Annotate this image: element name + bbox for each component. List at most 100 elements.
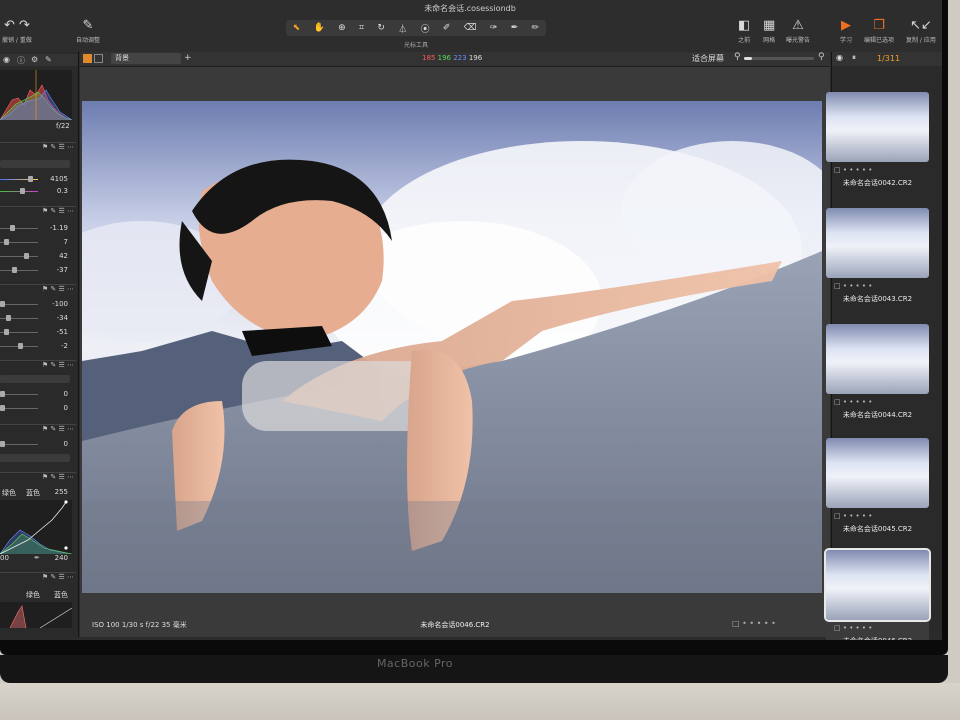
dehaze-row[interactable]: 0	[0, 440, 72, 449]
section-icons: ⚑ ✎ ☰ ⋯	[41, 573, 74, 581]
dehaze-color-select[interactable]	[0, 454, 70, 462]
curve-input-value: 00	[0, 554, 9, 562]
learn-button[interactable]: ▶ 学习	[840, 18, 852, 44]
edit-selected-button[interactable]: ❐ 编辑已选项	[864, 18, 894, 44]
image-viewer: ISO 100 1/30 s f/22 35 毫米 未命名会话0046.CR2 …	[80, 67, 830, 637]
thumbnail-rating[interactable]: □ • • • • •	[834, 282, 872, 290]
saturation-value: -37	[56, 266, 68, 274]
brush-tab-icon[interactable]: ✎	[45, 55, 52, 64]
thumbnail-name: 未命名会话0046.CR2	[826, 636, 929, 640]
copy-apply-icon: ↖↙	[910, 18, 932, 33]
tool-tabs: ◉ ⓘ ⚙ ✎	[0, 54, 78, 66]
saturation-row[interactable]: -37	[0, 266, 72, 275]
tint-row[interactable]: 0.3	[0, 187, 72, 196]
curve-graph[interactable]	[0, 500, 72, 554]
eraser-tool-icon[interactable]: ⌫	[464, 23, 477, 33]
spot-tool-icon[interactable]: ⦿	[421, 22, 430, 35]
add-layer-icon[interactable]: +	[184, 53, 192, 63]
grid-view-icon[interactable]	[83, 54, 92, 63]
shadow-row[interactable]: -34	[0, 314, 72, 323]
fit-screen-button[interactable]: 适合屏幕	[692, 53, 724, 64]
crop-tool-icon[interactable]: ⌗	[359, 23, 364, 33]
thumbnail-rating[interactable]: □ • • • • •	[834, 398, 872, 406]
white-value: -51	[56, 328, 68, 336]
undo-button[interactable]: ↶ ↷ 撤销 / 重做	[2, 18, 32, 44]
camera-tab-icon[interactable]: ◉	[3, 55, 10, 64]
zoom-slider[interactable]	[744, 57, 814, 60]
thumbnail-name: 未命名会话0042.CR2	[842, 179, 913, 187]
pause-icon[interactable]: ⏸	[852, 53, 856, 63]
black-row[interactable]: -2	[0, 342, 72, 351]
histogram	[0, 70, 72, 120]
select-tool-icon[interactable]: ⬉	[293, 23, 301, 33]
zoom-out-icon[interactable]: ⚲	[734, 52, 741, 62]
curve-header: ⚑ ✎ ☰ ⋯	[0, 472, 76, 482]
info-tab-icon[interactable]: ⓘ	[17, 55, 25, 66]
exposure-row[interactable]: -1.19	[0, 224, 72, 233]
undo-label: 撤销 / 重做	[2, 37, 32, 44]
curve-output-value: 240	[54, 554, 68, 562]
thumbnail-rating[interactable]: □ • • • • •	[834, 166, 872, 174]
clarity-value: 0	[63, 390, 68, 398]
exif-caption: ISO 100 1/30 s f/22 35 毫米	[92, 621, 187, 629]
before-button[interactable]: ◧ 之前	[738, 18, 750, 44]
section-icons: ⚑ ✎ ☰ ⋯	[41, 285, 74, 293]
brush-tool-icon[interactable]: ✐	[443, 23, 451, 33]
highlight-row[interactable]: -100	[0, 300, 72, 309]
grid-button[interactable]: ▦ 网格	[763, 18, 775, 44]
brightness-row[interactable]: 42	[0, 252, 72, 261]
section-icons: ⚑ ✎ ☰ ⋯	[41, 143, 74, 151]
auto-adjust-button[interactable]: ✎ 自动调整	[76, 18, 100, 44]
main-photo[interactable]	[82, 101, 822, 593]
curve-tab-blue[interactable]: 蓝色	[26, 488, 40, 498]
annotate-tool-icon[interactable]: ✏	[532, 23, 540, 33]
shadow-value: -34	[56, 314, 68, 322]
wb-mode-select[interactable]	[0, 160, 70, 168]
zoom-tool-icon[interactable]: ⊕	[338, 23, 346, 33]
exposure-header: ⚑ ✎ ☰ ⋯	[0, 206, 76, 216]
eye-icon[interactable]: ◉	[836, 53, 843, 62]
thumbnail-image	[826, 438, 929, 508]
thumbnail-rating[interactable]: □ • • • • •	[834, 512, 872, 520]
cursor-tools-label: 光标工具	[403, 42, 428, 49]
curve-top-value: 255	[54, 488, 68, 496]
clarity-header: ⚑ ✎ ☰ ⋯	[0, 360, 76, 370]
gradient-tool-icon[interactable]: ✑	[490, 23, 498, 33]
copy-apply-button[interactable]: ↖↙ 复制 / 应用	[906, 18, 936, 44]
eyedropper-icon[interactable]: ✒	[34, 554, 40, 562]
histogram-aperture: f/22	[56, 122, 70, 130]
thumbnail-item[interactable]: □ • • • • • 未命名会话0046.CR2	[824, 548, 931, 640]
thumbnail-item[interactable]: □ • • • • • 未命名会话0044.CR2	[826, 324, 929, 436]
rating-stars[interactable]: □ • • • • •	[732, 619, 776, 628]
title-bar: 未命名会话.cosessiondb ↶ ↷ 撤销 / 重做 ✎ 自动调整 ⬉ ✋…	[0, 0, 942, 53]
rotate-tool-icon[interactable]: ↻	[377, 23, 385, 33]
dehaze-header: ⚑ ✎ ☰ ⋯	[0, 424, 76, 434]
zoom-in-icon[interactable]: ⚲	[818, 52, 825, 62]
adjust-tab-icon[interactable]: ⚙	[31, 55, 38, 64]
picker-tool-icon[interactable]: ✒	[511, 23, 519, 33]
clarity-row[interactable]: 0	[0, 390, 72, 399]
contrast-row[interactable]: 7	[0, 238, 72, 247]
exposure-warning-button[interactable]: ⚠ 曝光警告	[786, 18, 810, 44]
clarity-method-select[interactable]	[0, 375, 70, 383]
zoom-slider-fill	[744, 57, 753, 60]
single-view-icon[interactable]	[94, 54, 103, 63]
color-tab-green[interactable]: 绿色	[26, 590, 40, 600]
readout-a: 196	[468, 54, 483, 62]
curve-tab-green[interactable]: 绿色	[2, 488, 16, 498]
thumbnail-item[interactable]: □ • • • • • 未命名会话0042.CR2	[826, 92, 929, 204]
contrast-value: 7	[63, 238, 68, 246]
brightness-value: 42	[59, 252, 68, 260]
structure-row[interactable]: 0	[0, 404, 72, 413]
color-graph	[0, 602, 72, 628]
thumbnail-item[interactable]: □ • • • • • 未命名会话0045.CR2	[826, 438, 929, 550]
background-select[interactable]: 背景	[111, 53, 181, 64]
white-row[interactable]: -51	[0, 328, 72, 337]
thumbnail-rating[interactable]: □ • • • • •	[834, 624, 872, 632]
keystone-tool-icon[interactable]: ⏃	[398, 22, 407, 35]
pan-tool-icon[interactable]: ✋	[314, 23, 325, 33]
color-tab-blue[interactable]: 蓝色	[54, 590, 68, 600]
undo-icon: ↶ ↷	[3, 18, 30, 33]
temperature-row[interactable]: 4105	[0, 175, 72, 184]
thumbnail-item[interactable]: □ • • • • • 未命名会话0043.CR2	[826, 208, 929, 320]
